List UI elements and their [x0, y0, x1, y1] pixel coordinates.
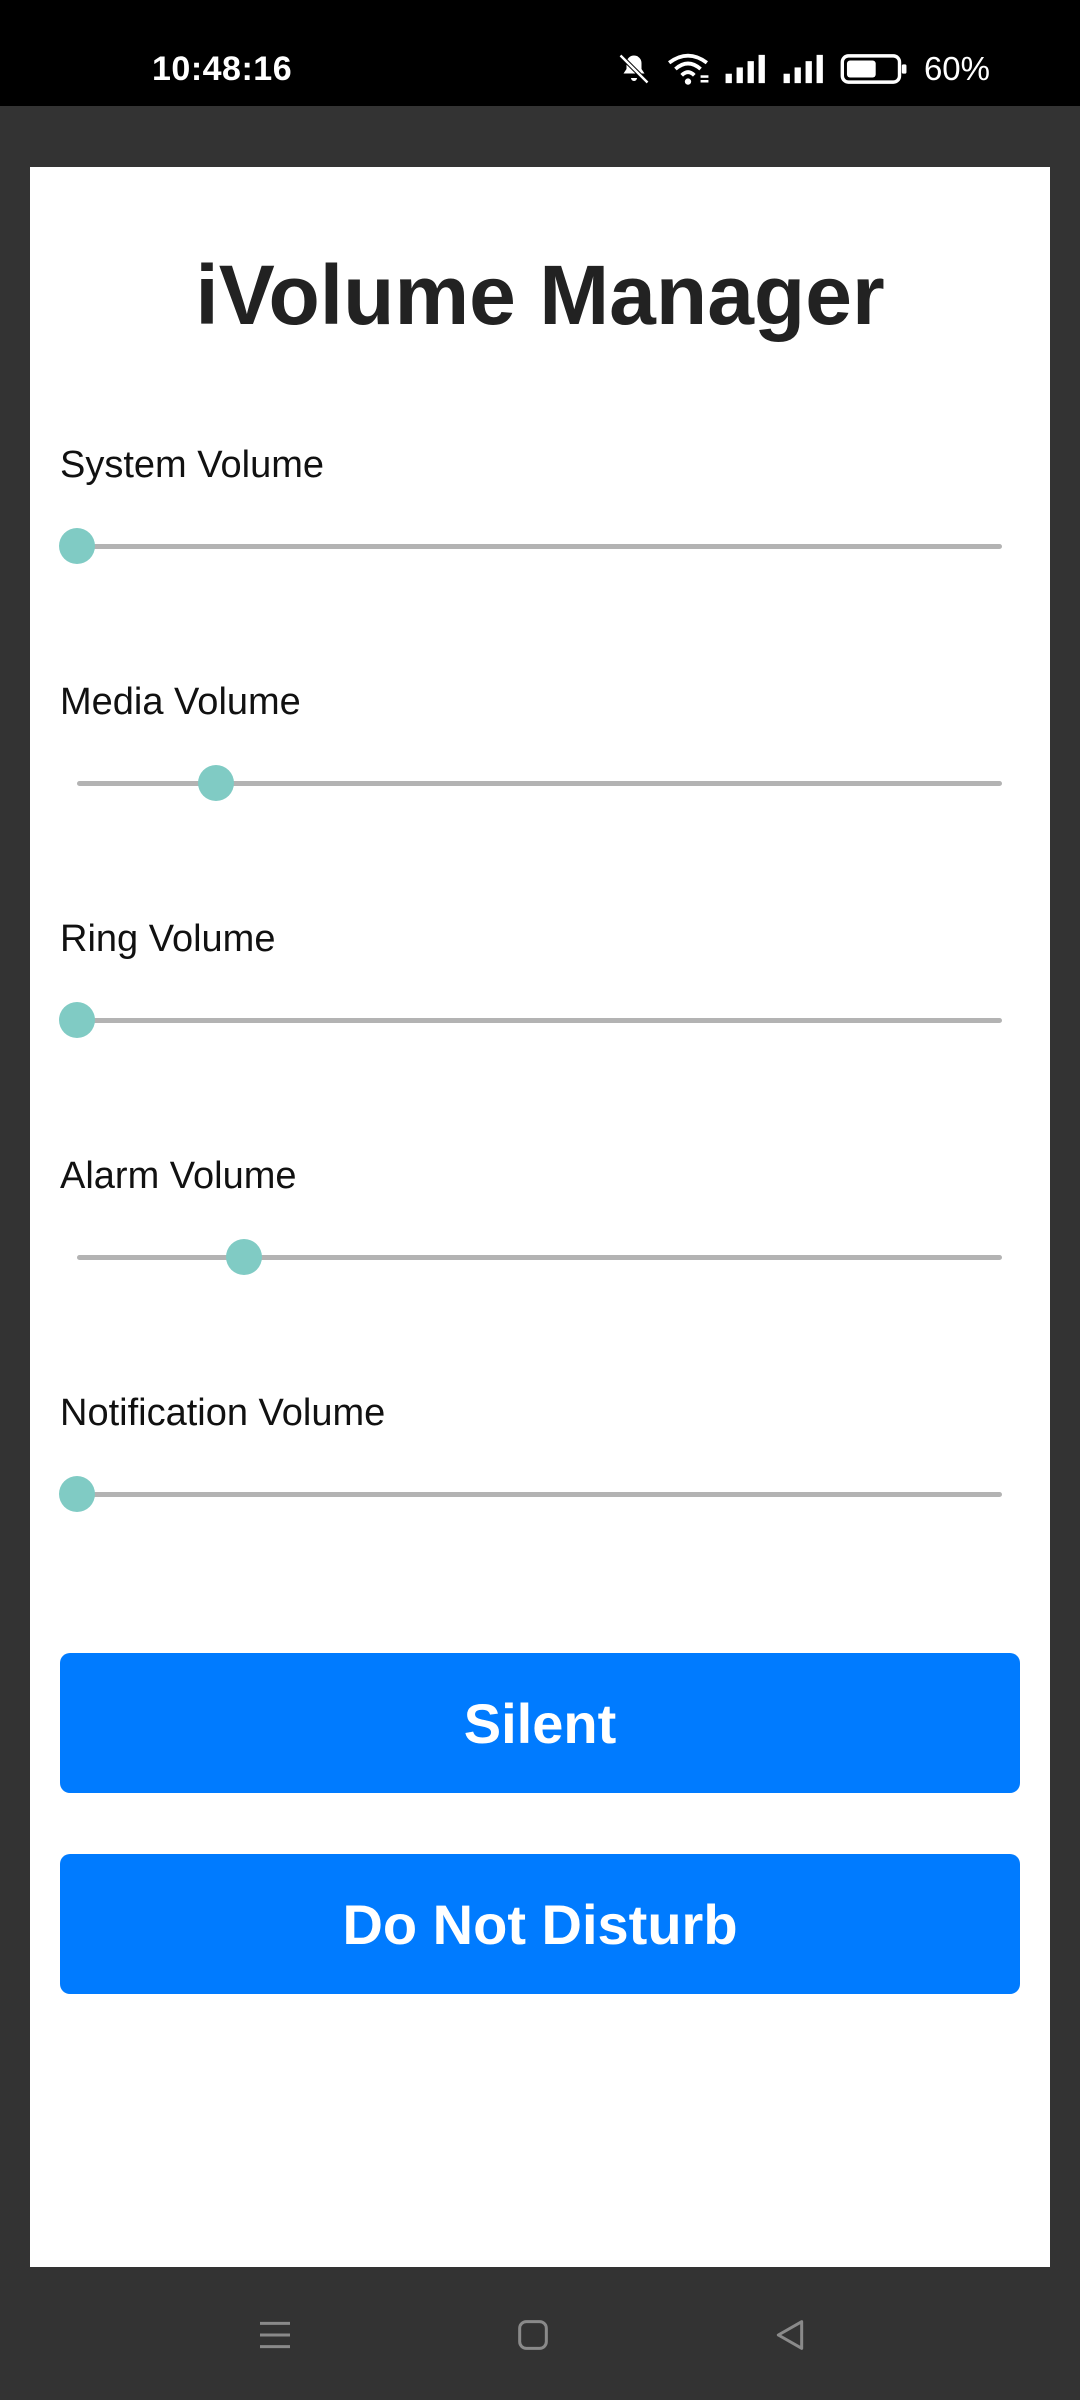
battery-icon [840, 53, 908, 85]
battery-percent: 60% [923, 50, 990, 87]
do-not-disturb-button[interactable]: Do Not Disturb [60, 1854, 1020, 1994]
status-icons: 60% [616, 50, 990, 88]
bell-muted-icon [616, 51, 652, 87]
alarm-volume-label: Alarm Volume [60, 1155, 297, 1197]
signal-icon [724, 53, 768, 85]
notification-volume-thumb[interactable] [59, 1476, 95, 1512]
home-icon[interactable] [503, 2305, 563, 2365]
wifi-icon [666, 51, 710, 87]
menu-icon[interactable] [245, 2305, 305, 2365]
ring-volume-thumb[interactable] [59, 1002, 95, 1038]
media-volume-thumb[interactable] [197, 765, 234, 801]
media-volume-slider[interactable] [77, 765, 1002, 801]
status-time: 10:48:16 [152, 50, 293, 88]
silent-button[interactable]: Silent [60, 1653, 1020, 1793]
navigation-bar [0, 2267, 1080, 2400]
system-volume-slider[interactable] [59, 528, 1002, 564]
media-volume-label: Media Volume [60, 681, 301, 723]
alarm-volume-slider[interactable] [77, 1239, 1002, 1275]
ring-volume-slider[interactable] [59, 1002, 1002, 1038]
system-volume-thumb[interactable] [59, 528, 95, 564]
back-icon[interactable] [760, 2305, 820, 2365]
system-volume-label: System Volume [60, 444, 324, 486]
app-card: iVolume Manager System Volume Media Volu… [30, 167, 1050, 2267]
ring-volume-label: Ring Volume [60, 918, 276, 960]
signal-icon [782, 53, 826, 85]
notification-volume-label: Notification Volume [60, 1392, 386, 1434]
alarm-volume-thumb[interactable] [225, 1239, 262, 1275]
status-bar: 10:48:16 60% [0, 0, 1080, 106]
page-title: iVolume Manager [195, 248, 885, 342]
notification-volume-slider[interactable] [59, 1476, 1002, 1512]
